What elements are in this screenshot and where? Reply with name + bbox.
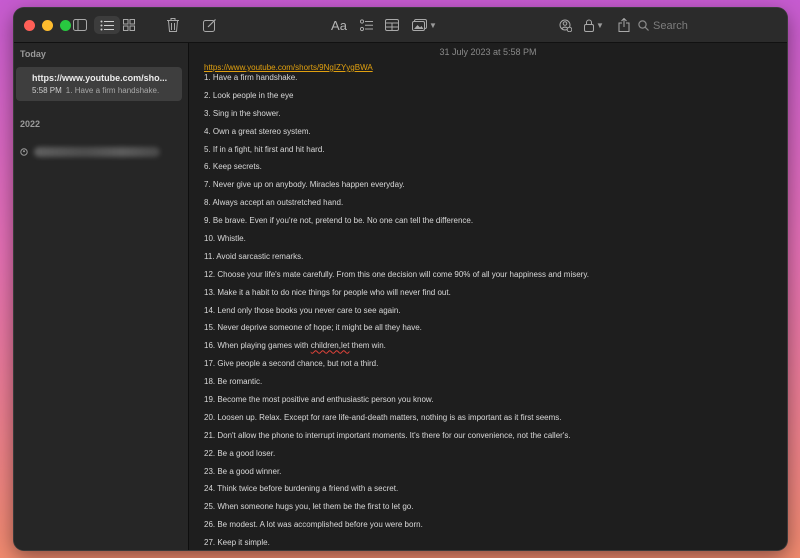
compose-icon[interactable] [200,16,218,34]
note-link[interactable]: https://www.youtube.com/shorts/9NgIZYygB… [204,63,373,72]
note-line: 8. Always accept an outstretched hand. [204,198,344,208]
note-line: 21. Don't allow the phone to interrupt i… [204,430,571,440]
note-line: 7. Never give up on anybody. Miracles ha… [204,180,405,190]
section-header-today: Today [20,49,46,59]
note-line: 2. Look people in the eye [204,90,294,100]
note-line: 15. Never deprive someone of hope; it mi… [204,323,422,333]
collaborate-icon[interactable] [556,16,574,34]
note-line: 9. Be brave. Even if you're not, pretend… [204,216,474,226]
trash-icon[interactable] [164,16,182,34]
lock-icon[interactable]: ▼ [584,16,604,34]
note-subtitle: 5:58 PM 1. Have a firm handshake. [32,86,178,95]
minimize-button[interactable] [42,20,53,31]
note-line: 19. Become the most positive and enthusi… [204,395,434,405]
note-line: 26. Be modest. A lot was accomplished be… [204,520,423,530]
note-line: 6. Keep secrets. [204,162,262,172]
note-line: 23. Be a good winner. [204,466,282,476]
window-controls [24,20,71,31]
note-line: 14. Lend only those books you never care… [204,305,401,315]
note-date: 31 July 2023 at 5:58 PM [439,47,537,57]
note-line: 10. Whistle. [204,234,246,244]
note-line: 20. Loosen up. Relax. Except for rare li… [204,412,562,422]
note-preview: 1. Have a firm handshake. [65,86,160,95]
notes-list-sidebar: Today https://www.youtube.com/sho... 5:5… [14,43,189,550]
note-line: 27. Keep it simple. [204,538,270,548]
note-line: 11. Avoid sarcastic remarks. [204,251,304,261]
note-line: 3. Sing in the shower. [204,108,281,118]
checklist-icon[interactable] [357,16,375,34]
note-line: 1. Have a firm handshake. [204,73,298,82]
chevron-down-icon: ▼ [429,20,437,30]
format-label: Aa [331,17,347,33]
list-view-icon[interactable] [94,16,120,34]
note-title: https://www.youtube.com/sho... [32,73,168,83]
zoom-button[interactable] [60,20,71,31]
note-line: 12. Choose your life's mate carefully. F… [204,269,589,279]
note-time: 5:58 PM [32,86,62,95]
sidebar-toggle-icon[interactable] [71,16,89,34]
note-list-item-selected[interactable]: https://www.youtube.com/sho... 5:58 PM 1.… [16,67,182,101]
toolbar: Aa ▼ ▼ Search [14,8,787,43]
chevron-down-icon: ▼ [596,20,604,30]
note-body: 1. Have a firm handshake. 2. Look people … [204,73,589,550]
note-editor[interactable]: 31 July 2023 at 5:58 PM https://www.yout… [189,43,787,550]
media-icon[interactable]: ▼ [412,16,437,34]
note-list-item[interactable] [20,147,160,157]
note-line: 25. When someone hugs you, let them be t… [204,502,414,512]
search-placeholder: Search [653,19,688,32]
note-line: 13. Make it a habit to do nice things fo… [204,287,451,297]
table-icon[interactable] [383,16,401,34]
search-icon [638,20,649,31]
blurred-note-title [34,147,160,157]
spelling-error: children,let [310,341,350,351]
share-icon[interactable] [615,16,633,34]
note-line: 18. Be romantic. [204,377,263,387]
search-field[interactable]: Search [638,17,774,34]
note-line: 22. Be a good loser. [204,448,276,458]
gallery-view-icon[interactable] [120,16,138,34]
note-line: 24. Think twice before burdening a frien… [204,484,399,494]
section-header-2022: 2022 [20,119,41,129]
note-line: 16. When playing games with children,let… [204,341,386,351]
note-line: 4. Own a great stereo system. [204,126,311,136]
note-line: 17. Give people a second chance, but not… [204,359,379,369]
notes-window: Aa ▼ ▼ Search Today https://www.youtube.… [14,8,787,550]
shared-icon [20,148,28,156]
note-line: 5. If in a fight, hit first and hit hard… [204,144,325,154]
format-icon[interactable]: Aa [330,16,348,34]
close-button[interactable] [24,20,35,31]
